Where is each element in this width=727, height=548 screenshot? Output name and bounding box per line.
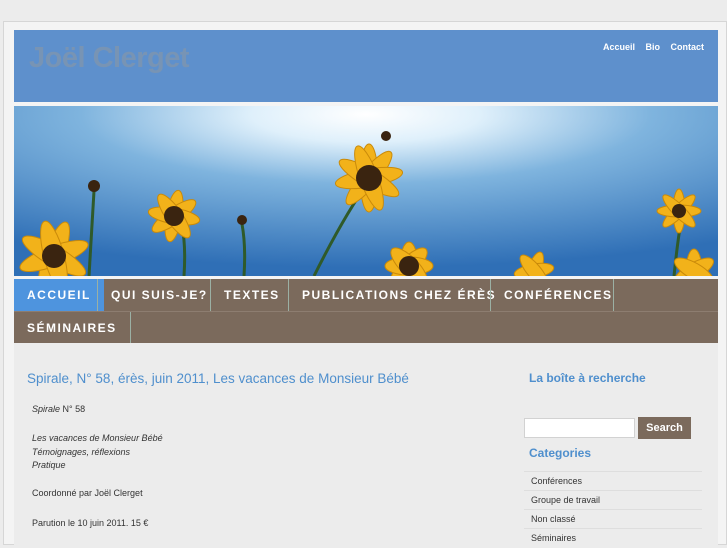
menu-item-accueil[interactable]: ACCUEIL [14,279,104,311]
flower-banner-image [14,106,718,276]
top-nav-bio[interactable]: Bio [645,42,660,52]
post-title[interactable]: Spirale, N° 58, érès, juin 2011, Les vac… [27,371,409,386]
category-conferences[interactable]: Conférences [524,471,702,490]
post-subtitle-line-1: Les vacances de Monsieur Bébé [32,433,163,443]
content-area: Spirale, N° 58, érès, juin 2011, Les vac… [14,343,718,546]
post-release: Parution le 10 juin 2011. 15 € [32,518,149,528]
post-subtitle-line-3: Pratique [32,460,66,470]
category-non-classe[interactable]: Non classé [524,509,702,528]
menu-item-seminaires[interactable]: SÉMINAIRES [14,312,131,344]
menu-item-textes[interactable]: TEXTES [210,279,293,311]
post-journal: Spirale N° 58 [32,403,85,417]
search-button[interactable]: Search [638,417,691,439]
page-container: Joël Clerget Accueil Bio Contact ACCUEIL… [3,21,727,546]
post-journal-italic: Spirale [32,404,61,414]
category-groupe-de-travail[interactable]: Groupe de travail [524,490,702,509]
top-nav-accueil[interactable]: Accueil [603,42,635,52]
menu-item-qui-suis-je[interactable]: QUI SUIS-JE? [97,279,221,311]
menu-divider [613,279,614,311]
top-nav: Accueil Bio Contact [595,42,704,52]
menu-item-publications[interactable]: PUBLICATIONS CHEZ ÉRÈS [288,279,509,311]
header: Joël Clerget Accueil Bio Contact [14,30,718,102]
post-subtitle: Les vacances de Monsieur Bébé Témoignage… [32,432,163,473]
main-menu: ACCUEIL QUI SUIS-JE? TEXTES PUBLICATIONS… [14,279,718,344]
site-title[interactable]: Joël Clerget [29,42,190,75]
post-journal-number: N° 58 [60,404,86,414]
post-subtitle-line-2: Témoignages, réflexions [32,446,131,457]
post-coordination: Coordonné par Joël Clerget [32,488,143,498]
menu-item-conferences[interactable]: CONFÉRENCES [490,279,626,311]
search-input[interactable] [524,418,635,438]
category-seminaires[interactable]: Séminaires [524,528,702,547]
categories-heading: Categories [529,446,592,460]
top-nav-contact[interactable]: Contact [671,42,705,52]
search-heading: La boîte à recherche [529,371,646,385]
